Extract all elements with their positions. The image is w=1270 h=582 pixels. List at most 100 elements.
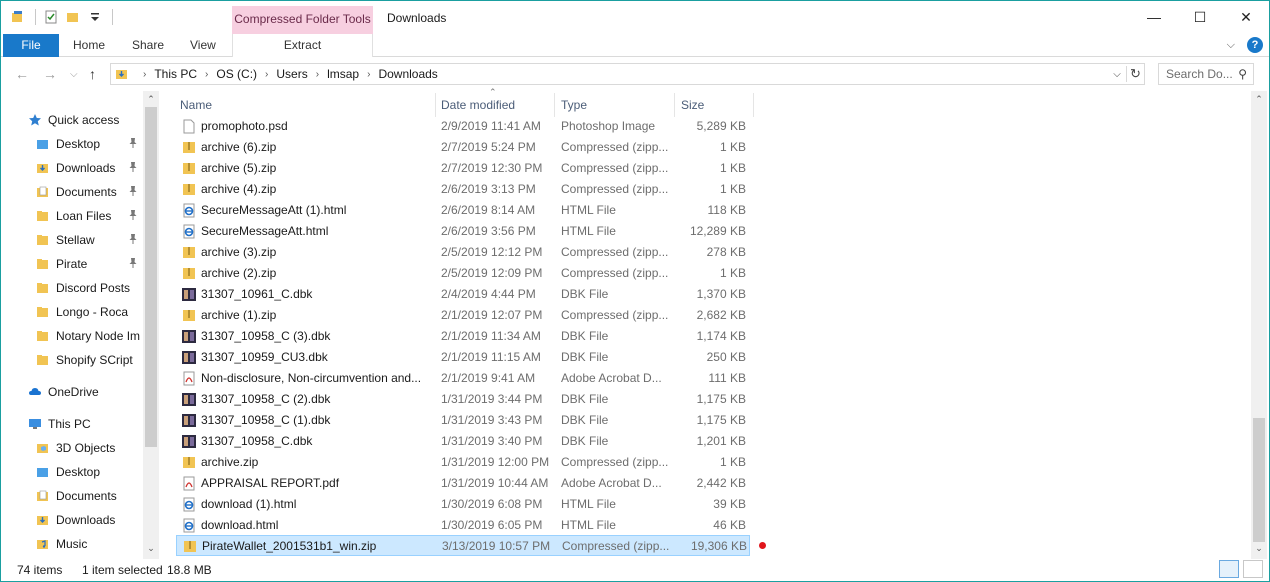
search-input[interactable]: Search Do... ⚲ <box>1158 63 1254 85</box>
file-row[interactable]: archive (4).zip 2/6/2019 3:13 PM Compresse… <box>176 179 750 200</box>
file-row[interactable]: 31307_10958_C.dbk 1/31/2019 3:40 PM DBK Fi… <box>176 431 750 452</box>
file-name: archive.zip <box>201 455 259 469</box>
address-history-dropdown-icon[interactable]: ⌵ <box>1108 69 1126 80</box>
file-date-modified: 2/9/2019 11:41 AM <box>441 119 541 133</box>
file-row[interactable]: SecureMessageAtt (1).html 2/6/2019 8:14 A… <box>176 200 750 221</box>
sidebar-item[interactable]: Music <box>36 533 87 555</box>
column-divider[interactable] <box>753 93 754 117</box>
file-date-modified: 2/1/2019 11:34 AM <box>441 329 541 343</box>
sidebar-item[interactable]: This PC <box>28 413 91 435</box>
scrollbar-thumb[interactable] <box>1253 418 1265 542</box>
forward-button[interactable]: → <box>43 66 57 82</box>
sidebar-item[interactable]: Quick access <box>28 109 119 131</box>
help-icon[interactable]: ? <box>1247 37 1263 53</box>
scroll-down-icon[interactable]: ⌄ <box>1251 543 1267 554</box>
file-row[interactable]: archive (2).zip 2/5/2019 12:09 PM Compress… <box>176 263 750 284</box>
sidebar-item[interactable]: Documents <box>36 485 117 507</box>
customize-toolbar-icon[interactable] <box>88 10 102 24</box>
folder-icon <box>36 257 50 271</box>
tab-file[interactable]: File <box>3 34 59 57</box>
file-row[interactable]: archive (3).zip 2/5/2019 12:12 PM Compress… <box>176 242 750 263</box>
file-size: 1 KB <box>719 266 746 280</box>
sidebar-item[interactable]: Discord Posts <box>36 277 130 299</box>
sidebar-item[interactable]: Desktop <box>36 461 100 483</box>
sidebar-item[interactable]: OneDrive <box>28 381 99 403</box>
tab-view[interactable]: View <box>190 34 216 57</box>
column-header-size[interactable]: Size <box>681 95 704 117</box>
file-row[interactable]: download (1).html 1/30/2019 6:08 PM HTML F… <box>176 494 750 515</box>
breadcrumb-downloads[interactable]: Downloads <box>378 67 437 81</box>
column-divider[interactable] <box>674 93 675 117</box>
file-date-modified: 2/5/2019 12:09 PM <box>441 266 543 280</box>
file-size: 39 KB <box>713 497 746 511</box>
close-button[interactable]: ✕ <box>1223 1 1269 33</box>
sidebar-item[interactable]: Notary Node Im <box>36 325 140 347</box>
expand-ribbon-icon[interactable]: ⌵ <box>1227 39 1235 52</box>
maximize-button[interactable]: ☐ <box>1177 1 1223 33</box>
sidebar-item[interactable]: Desktop <box>36 133 100 155</box>
file-row[interactable]: archive (1).zip 2/1/2019 12:07 PM Compress… <box>176 305 750 326</box>
scroll-up-icon[interactable]: ⌃ <box>143 94 159 105</box>
file-row[interactable]: 31307_10959_CU3.dbk 2/1/2019 11:15 AM DBK … <box>176 347 750 368</box>
sidebar-item[interactable]: 3D Objects <box>36 437 115 459</box>
scrollbar-thumb[interactable] <box>145 107 157 447</box>
up-button[interactable]: ↑ <box>89 66 96 82</box>
breadcrumb-os-c[interactable]: OS (C:) <box>216 67 257 81</box>
breadcrumb-users[interactable]: Users <box>276 67 307 81</box>
breadcrumb-this-pc[interactable]: This PC <box>154 67 197 81</box>
folder-blue-icon <box>36 465 50 479</box>
pin-icon <box>128 137 138 152</box>
breadcrumb-user[interactable]: lmsap <box>327 67 359 81</box>
file-row[interactable]: SecureMessageAtt.html 2/6/2019 3:56 PM HTM… <box>176 221 750 242</box>
tab-extract[interactable]: Extract <box>232 34 373 57</box>
column-divider[interactable] <box>554 93 555 117</box>
file-row[interactable]: promophoto.psd 2/9/2019 11:41 AM Photoshop… <box>176 116 750 137</box>
new-folder-icon[interactable] <box>66 10 80 24</box>
minimize-button[interactable]: — <box>1131 1 1177 33</box>
file-row[interactable]: 31307_10958_C (1).dbk 1/31/2019 3:43 PM DB… <box>176 410 750 431</box>
file-size: 1 KB <box>719 140 746 154</box>
sidebar-item[interactable]: Downloads <box>36 509 115 531</box>
navigation-pane-scrollbar[interactable]: ⌃ ⌄ <box>143 91 159 559</box>
tab-home[interactable]: Home <box>73 34 105 57</box>
zip-folder-icon <box>182 161 196 176</box>
sidebar-item[interactable]: Longo - Roca <box>36 301 128 323</box>
file-row[interactable]: download.html 1/30/2019 6:05 PM HTML File 4… <box>176 515 750 536</box>
properties-icon[interactable] <box>44 10 58 24</box>
file-row[interactable]: Non-disclosure, Non-circumvention and...… <box>176 368 750 389</box>
folder-icon <box>36 329 50 343</box>
column-header-date-modified[interactable]: Date modified <box>441 95 515 117</box>
column-header-name[interactable]: Name <box>180 95 212 117</box>
file-row[interactable]: 31307_10958_C (2).dbk 1/31/2019 3:44 PM DB… <box>176 389 750 410</box>
file-row[interactable]: APPRAISAL REPORT.pdf 1/31/2019 10:44 AM Ad… <box>176 473 750 494</box>
recent-locations-button[interactable]: ⌵ <box>70 69 78 80</box>
file-row[interactable]: 31307_10961_C.dbk 2/4/2019 4:44 PM DBK Fil… <box>176 284 750 305</box>
column-header-type[interactable]: Type <box>561 95 587 117</box>
file-row[interactable]: archive.zip 1/31/2019 12:00 PM Compressed … <box>176 452 750 473</box>
scroll-down-icon[interactable]: ⌄ <box>143 543 159 554</box>
large-icons-view-button[interactable] <box>1243 560 1263 578</box>
file-row[interactable]: 31307_10958_C (3).dbk 2/1/2019 11:34 AM DB… <box>176 326 750 347</box>
file-date-modified: 2/1/2019 9:41 AM <box>441 371 536 385</box>
sidebar-item[interactable]: Downloads <box>36 157 115 179</box>
file-type: Compressed (zipp... <box>561 455 669 469</box>
sidebar-item[interactable]: Stellaw <box>36 229 95 251</box>
file-row[interactable]: archive (6).zip 2/7/2019 5:24 PM Compresse… <box>176 137 750 158</box>
file-row[interactable]: archive (5).zip 2/7/2019 12:30 PM Compress… <box>176 158 750 179</box>
file-name: download (1).html <box>201 497 297 511</box>
sidebar-item[interactable]: Loan Files <box>36 205 111 227</box>
column-divider[interactable] <box>435 93 436 117</box>
sidebar-item[interactable]: Pirate <box>36 253 87 275</box>
file-list-scrollbar[interactable]: ⌃ ⌄ <box>1251 91 1267 559</box>
sidebar-item[interactable]: Documents <box>36 181 117 203</box>
details-view-button[interactable] <box>1219 560 1239 578</box>
toolbar-divider <box>35 9 36 25</box>
scroll-up-icon[interactable]: ⌃ <box>1251 94 1267 105</box>
file-row[interactable]: PirateWallet_2001531b1_win.zip 3/13/2019 … <box>176 535 750 556</box>
back-button[interactable]: ← <box>15 66 29 82</box>
file-name: 31307_10958_C.dbk <box>201 434 313 448</box>
sidebar-item[interactable]: Shopify SCript <box>36 349 133 371</box>
refresh-icon[interactable]: ↻ <box>1126 66 1144 82</box>
address-bar[interactable]: › This PC › OS (C:) › Users › lmsap › Do… <box>110 63 1145 85</box>
tab-share[interactable]: Share <box>132 34 164 57</box>
